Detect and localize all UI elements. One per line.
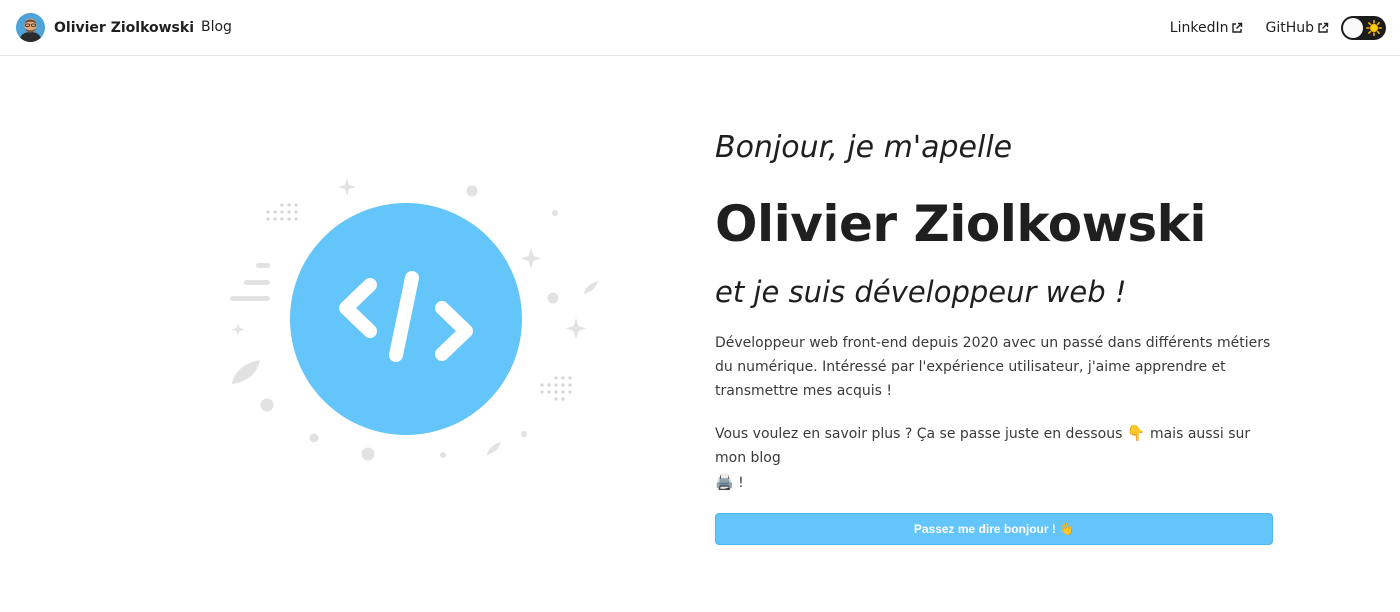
navbar: Olivier Ziolkowski Blog LinkedIn GitHub xyxy=(0,0,1400,56)
linkedin-link[interactable]: LinkedIn xyxy=(1170,20,1244,36)
brand-name: Olivier Ziolkowski xyxy=(54,19,194,36)
toggle-knob xyxy=(1343,18,1363,38)
say-hello-button[interactable]: Passez me dire bonjour ! 👋 xyxy=(715,513,1273,545)
theme-toggle[interactable] xyxy=(1341,16,1386,40)
external-link-icon xyxy=(1231,22,1243,34)
code-illustration xyxy=(222,172,612,472)
more-info-end: ! xyxy=(738,475,744,491)
printer-icon[interactable]: 🖨️ xyxy=(715,470,734,494)
nav-right: LinkedIn GitHub xyxy=(1170,16,1386,40)
hero: Bonjour, je m'apelle Olivier Ziolkowski … xyxy=(715,130,1275,545)
hero-more-info: Vous voulez en savoir plus ? Ça se passe… xyxy=(715,421,1275,495)
hero-subtitle: et je suis développeur web ! xyxy=(715,275,1127,309)
more-info-text: Vous voulez en savoir plus ? Ça se passe… xyxy=(715,426,1123,442)
github-link[interactable]: GitHub xyxy=(1265,20,1329,36)
avatar xyxy=(16,13,45,42)
nav-blog-link[interactable]: Blog xyxy=(201,19,232,35)
hero-name: Olivier Ziolkowski xyxy=(715,195,1206,253)
hero-greeting: Bonjour, je m'apelle xyxy=(715,130,1013,165)
linkedin-label: LinkedIn xyxy=(1169,20,1229,36)
sun-icon xyxy=(1366,20,1382,36)
hero-description: Développeur web front-end depuis 2020 av… xyxy=(715,335,1271,399)
github-label: GitHub xyxy=(1265,20,1314,36)
pointing-down-icon: 👇 xyxy=(1126,424,1146,442)
brand-link[interactable]: Olivier Ziolkowski xyxy=(16,13,194,42)
external-link-icon xyxy=(1317,22,1329,34)
